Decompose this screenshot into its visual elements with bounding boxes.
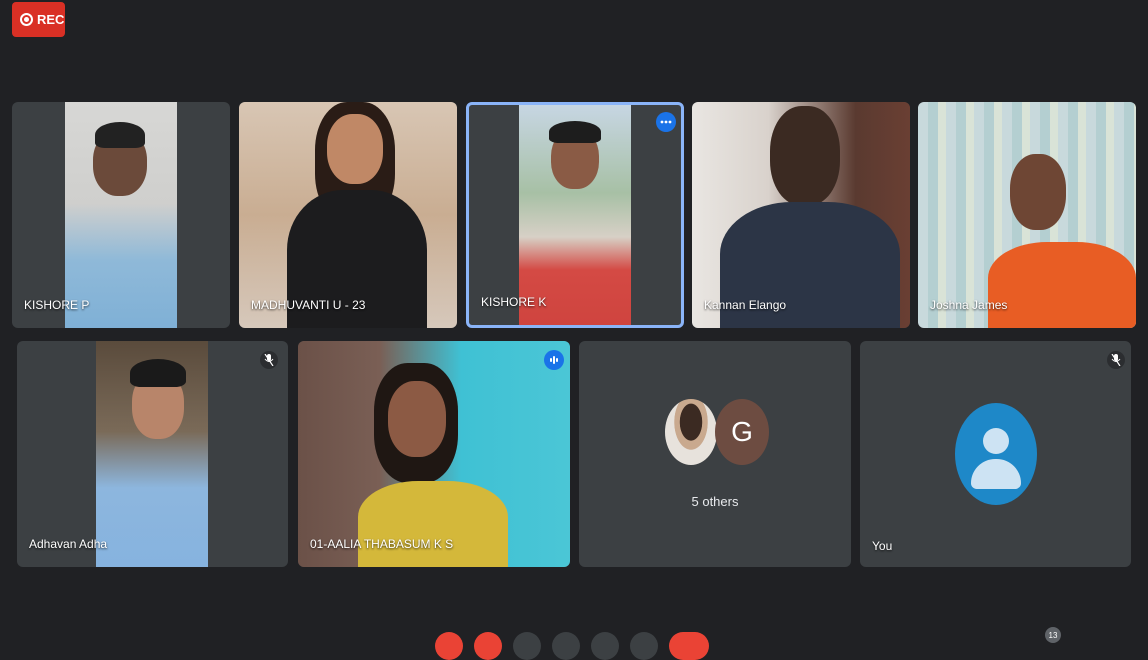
others-count-label: 5 others [691,494,739,509]
control-bar [0,632,1148,660]
self-name: You [872,539,893,553]
self-avatar [955,403,1037,505]
mic-off-icon [264,354,274,366]
audio-level-icon [550,356,558,364]
leave-call-button[interactable] [669,632,709,660]
participant-name: Kannan Elango [704,298,787,312]
participant-video [298,341,570,567]
more-horiz-icon [660,120,672,124]
others-avatars: G [665,399,769,469]
participant-name: KISHORE K [481,295,547,309]
participant-name: MADHUVANTI U - 23 [251,298,366,312]
participants-count-badge[interactable]: 13 [1045,627,1061,643]
speaking-indicator [544,350,564,370]
participant-video [519,105,631,325]
participant-tile-adhavan[interactable]: Adhavan Adha [17,341,288,567]
participant-name: Adhavan Adha [29,537,108,551]
participant-avatar-letter: G [715,399,769,465]
mic-off-icon [1111,354,1121,366]
others-tile[interactable]: G 5 others [579,341,851,567]
more-options-control-button[interactable] [630,632,658,660]
mute-indicator [1107,351,1125,369]
participant-name: Joshna James [930,298,1008,312]
participant-video [692,102,910,328]
participant-tile-joshna-james[interactable]: Joshna James [918,102,1136,328]
participant-tile-kishore-p[interactable]: KISHORE P [12,102,230,328]
participant-tile-madhuvanti[interactable]: MADHUVANTI U - 23 [239,102,457,328]
participant-name: 01-AALIA THABASUM K S [310,537,454,551]
participant-avatar [665,399,717,465]
participant-video [918,102,1136,328]
record-icon [20,13,33,26]
participant-tile-kishore-k[interactable]: KISHORE K [466,102,684,328]
participant-tile-kannan-elango[interactable]: Kannan Elango [692,102,910,328]
more-options-button[interactable] [656,112,676,132]
person-icon-body [971,459,1021,489]
person-icon-head [983,428,1009,454]
camera-toggle-button[interactable] [474,632,502,660]
mute-indicator [260,351,278,369]
participant-video [96,341,208,567]
participant-video [65,102,177,328]
recording-indicator[interactable]: REC [12,2,65,37]
recording-label: REC [37,12,65,27]
captions-button[interactable] [513,632,541,660]
mic-toggle-button[interactable] [435,632,463,660]
self-tile[interactable]: You [860,341,1131,567]
raise-hand-button[interactable] [552,632,580,660]
present-button[interactable] [591,632,619,660]
participant-tile-aalia[interactable]: 01-AALIA THABASUM K S [298,341,570,567]
participant-name: KISHORE P [24,298,90,312]
participant-video [239,102,457,328]
